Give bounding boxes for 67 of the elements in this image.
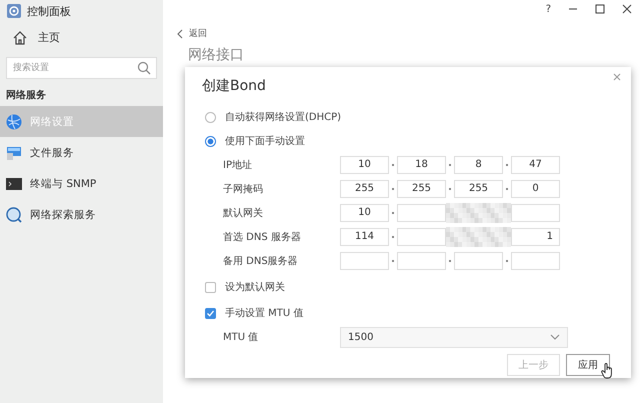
home-item[interactable]: 主页 xyxy=(0,24,163,51)
home-icon xyxy=(12,30,28,46)
page-title: 网络接口 xyxy=(188,46,245,64)
dot-separator xyxy=(392,236,394,238)
octet-field[interactable]: 0 xyxy=(511,180,560,198)
option-label: 自动获得网络设置(DHCP) xyxy=(225,110,342,124)
octet-field[interactable] xyxy=(340,252,389,270)
radio-button[interactable] xyxy=(205,136,216,146)
octet-field[interactable]: 255 xyxy=(340,180,389,198)
monitor-icon xyxy=(6,144,22,160)
field-label: IP地址 xyxy=(223,158,253,172)
checkbox[interactable] xyxy=(205,308,216,318)
mtu-dropdown[interactable]: 1500 xyxy=(340,326,568,348)
checkbox-label: 手动设置 MTU 值 xyxy=(225,306,304,320)
dot-separator xyxy=(449,188,451,190)
octet-field[interactable]: 1 xyxy=(511,228,560,246)
search-icon xyxy=(137,61,151,75)
chevron-down-icon xyxy=(550,334,560,340)
field-label: 备用 DNS服务器 xyxy=(223,255,299,268)
globe-icon xyxy=(6,114,22,130)
dot-separator xyxy=(506,260,508,262)
sidebar-item[interactable]: 网络探索服务 xyxy=(0,199,163,230)
field-label: 子网掩码 xyxy=(223,183,264,196)
radio-button[interactable] xyxy=(205,112,216,122)
octet-field[interactable] xyxy=(397,252,446,270)
dot-separator xyxy=(449,260,451,262)
octet-field[interactable]: 47 xyxy=(511,156,560,174)
chevron-left-icon xyxy=(177,28,183,38)
close-icon[interactable] xyxy=(622,4,632,14)
octet-field[interactable] xyxy=(511,204,560,222)
octet-field[interactable]: 8 xyxy=(454,156,503,174)
dot-separator xyxy=(506,164,508,166)
sidebar-item[interactable]: 文件服务 xyxy=(0,137,163,168)
octet-field[interactable] xyxy=(454,252,503,270)
search-field[interactable]: 搜索设置 xyxy=(6,57,157,79)
sidebar-item[interactable]: 终端与 SNMP xyxy=(0,168,163,199)
magnifier-icon xyxy=(6,206,22,222)
octet-field[interactable] xyxy=(397,228,446,246)
octet-field[interactable]: 255 xyxy=(454,180,503,198)
octet-field[interactable]: 255 xyxy=(397,180,446,198)
dot-separator xyxy=(506,188,508,190)
option-label: 使用下面手动设置 xyxy=(225,134,305,148)
dot-separator xyxy=(449,164,451,166)
terminal-icon xyxy=(6,176,22,192)
checkbox-label: 设为默认网关 xyxy=(225,280,285,294)
maximize-icon[interactable] xyxy=(595,4,605,14)
checkbox[interactable] xyxy=(205,282,216,292)
apply-button[interactable]: 应用 xyxy=(566,354,610,376)
dot-separator xyxy=(392,260,394,262)
field-label: 默认网关 xyxy=(223,206,264,220)
help-button[interactable]: ? xyxy=(546,4,551,14)
field-label: 首选 DNS 服务器 xyxy=(223,230,302,244)
octet-field[interactable]: 114 xyxy=(340,228,389,246)
dot-separator xyxy=(392,164,394,166)
field-label: MTU 值 xyxy=(223,331,260,344)
octet-field[interactable]: 10 xyxy=(340,156,389,174)
octet-field[interactable] xyxy=(397,204,446,222)
app-title: 控制面板 xyxy=(27,4,71,18)
octet-field[interactable]: 18 xyxy=(397,156,446,174)
octet-field[interactable] xyxy=(511,252,560,270)
back-link[interactable]: 返回 xyxy=(177,27,640,40)
dot-separator xyxy=(392,212,394,214)
control-panel-icon xyxy=(7,4,21,18)
octet-field[interactable]: 10 xyxy=(340,204,389,222)
dialog-title: 创建Bond xyxy=(202,77,267,96)
dot-separator xyxy=(392,188,394,190)
section-heading: 网络服务 xyxy=(5,88,47,103)
